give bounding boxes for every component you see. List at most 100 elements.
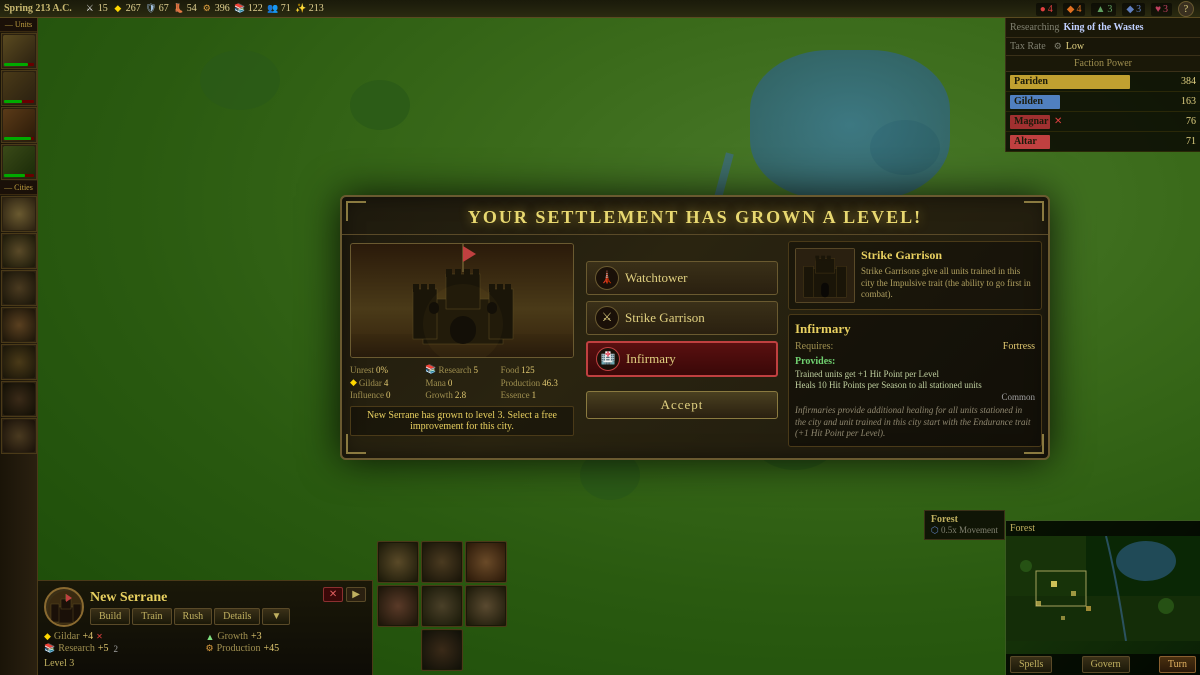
unit-frame-7[interactable]: [421, 629, 463, 671]
altar-score: 71: [1186, 136, 1196, 147]
building-choices: 🗼 Watchtower ⚔ Strike Garrison 🏥 Infirma…: [582, 235, 782, 444]
building-preview: Strike Garrison Strike Garrisons give al…: [788, 241, 1042, 310]
stat-production: ⚙ 396: [201, 3, 230, 15]
boot-icon: 👢: [173, 3, 185, 15]
more-button[interactable]: ▼: [262, 608, 290, 625]
research-bar: Researching King of the Wastes: [1006, 18, 1200, 38]
unit-frame-5[interactable]: [421, 585, 463, 627]
city-nav-btn[interactable]: ▶: [346, 587, 366, 602]
minimap-content[interactable]: [1006, 536, 1200, 654]
sidebar-units-label: — Units: [0, 18, 37, 32]
top-right-hud: ● 4 ◆ 4 ▲ 3 ◆ 3 ♥ 3 ?: [1036, 0, 1200, 18]
stat-essence-2: Essence 1: [501, 390, 574, 400]
indicator-4: ◆ 3: [1122, 3, 1145, 16]
stat-research-2: 📚 Research 5: [425, 364, 498, 375]
sidebar-city-2[interactable]: [1, 233, 37, 269]
forest-movement: ⬡ 0.5x Movement: [931, 525, 998, 536]
city-image: [350, 243, 574, 358]
stat-growth: Growth 2.8: [425, 390, 498, 400]
faction-gilden: Gilden 163: [1006, 92, 1200, 112]
strike-garrison-btn[interactable]: ⚔ Strike Garrison: [586, 301, 778, 335]
city-resources: ◆ Gildar +4 ✕ ▲ Growth +3 📚 Research +5 …: [44, 631, 366, 654]
detail-requires-row: Requires: Fortress: [795, 341, 1035, 352]
city-res-production: ⚙ Production +45: [206, 643, 367, 654]
sidebar-unit-4[interactable]: [1, 144, 37, 180]
preview-image: [795, 248, 855, 303]
infirmary-btn[interactable]: 🏥 Infirmary: [586, 341, 778, 377]
pariden-bar: Pariden: [1010, 75, 1130, 89]
turn-button[interactable]: Turn: [1159, 656, 1196, 673]
production-icon: ⚙: [201, 3, 213, 15]
sidebar-city-5[interactable]: [1, 344, 37, 380]
castle-svg: [351, 244, 574, 358]
city-res-growth: ▲ Growth +3: [206, 631, 367, 642]
dialog-corner-tl: [346, 201, 366, 221]
minimap-svg: [1006, 536, 1200, 641]
preview-castle-svg: [796, 248, 854, 303]
level-bar: Level 3: [44, 658, 366, 669]
preview-name: Strike Garrison: [861, 248, 1035, 263]
spells-button[interactable]: Spells: [1010, 656, 1052, 673]
pop-icon: 👥: [267, 3, 279, 15]
sidebar-unit-3[interactable]: [1, 107, 37, 143]
sidebar-city-1[interactable]: [1, 196, 37, 232]
essence-icon: ✨: [295, 3, 307, 15]
gold-icon: ◆: [112, 3, 124, 15]
sidebar-unit-2[interactable]: [1, 70, 37, 106]
dialog-title: Your settlement has grown a level!: [468, 207, 922, 227]
faction-power-header: Faction Power: [1006, 56, 1200, 72]
train-button[interactable]: Train: [132, 608, 171, 625]
unit-frame-row-3: [377, 629, 507, 671]
indicator-3: ▲ 3: [1091, 3, 1116, 16]
indicator-help[interactable]: ?: [1178, 1, 1194, 17]
sidebar-city-4[interactable]: [1, 307, 37, 343]
govern-button[interactable]: Govern: [1082, 656, 1130, 673]
city-top-buttons: ✕ ▶: [323, 587, 366, 602]
indicator-1: ● 4: [1036, 3, 1057, 16]
sidebar-city-7[interactable]: [1, 418, 37, 454]
provides-item-2: Heals 10 Hit Points per Season to all st…: [795, 380, 1035, 390]
rush-button[interactable]: Rush: [174, 608, 213, 625]
city-res-gildar: ◆ Gildar +4 ✕: [44, 631, 205, 642]
build-button[interactable]: Build: [90, 608, 130, 625]
accept-button[interactable]: Accept: [586, 391, 778, 419]
stat-food: Food 125: [501, 364, 574, 375]
magnar-bar: Magnar: [1010, 115, 1050, 129]
dialog-title-bar: Your settlement has grown a level!: [342, 197, 1048, 235]
altar-bar: Altar: [1010, 135, 1050, 149]
stat-boot: 👢 54: [173, 3, 197, 15]
city-name-section: New Serrane Build Train Rush Details ▼: [90, 590, 290, 625]
city-header: New Serrane Build Train Rush Details ▼ ✕…: [44, 587, 366, 627]
sidebar-city-6[interactable]: [1, 381, 37, 417]
stat-gildar: ◆ Gildar 4: [350, 377, 423, 388]
stat-influence: Influence 0: [350, 390, 423, 400]
stat-sword: ⚔ 15: [84, 3, 108, 15]
forest-label: Forest: [931, 514, 998, 525]
pariden-score: 384: [1181, 76, 1196, 87]
provides-label: Provides:: [795, 356, 1035, 367]
unit-frame-3[interactable]: [465, 541, 507, 583]
info-panel: Strike Garrison Strike Garrisons give al…: [782, 235, 1048, 444]
sidebar-city-3[interactable]: [1, 270, 37, 306]
sidebar-unit-1[interactable]: [1, 33, 37, 69]
minimap: Forest Spells Govern Turn: [1005, 520, 1200, 675]
faction-magnar: Magnar ✕ 76: [1006, 112, 1200, 132]
gilden-bar: Gilden: [1010, 95, 1060, 109]
taxrate-bar[interactable]: Tax Rate ⚙ Low: [1006, 38, 1200, 56]
unit-frame-4[interactable]: [377, 585, 419, 627]
taxrate-value: Low: [1066, 41, 1084, 52]
infirmary-icon: 🏥: [596, 347, 620, 371]
city-close-btn[interactable]: ✕: [323, 587, 343, 602]
faction-pariden: Pariden 384: [1006, 72, 1200, 92]
unit-frame-2[interactable]: [421, 541, 463, 583]
stat-research: 📚 122: [234, 3, 263, 15]
city-name: New Serrane: [90, 590, 290, 606]
shield-icon: 🛡: [145, 3, 157, 15]
watchtower-btn[interactable]: 🗼 Watchtower: [586, 261, 778, 295]
sword-icon: ⚔: [84, 3, 96, 15]
forest-indicator: Forest ⬡ 0.5x Movement: [924, 510, 1005, 540]
details-button[interactable]: Details: [214, 608, 260, 625]
unit-frame-6[interactable]: [465, 585, 507, 627]
unit-frame-1[interactable]: [377, 541, 419, 583]
preview-desc: Strike Garrisons give all units trained …: [861, 266, 1035, 301]
